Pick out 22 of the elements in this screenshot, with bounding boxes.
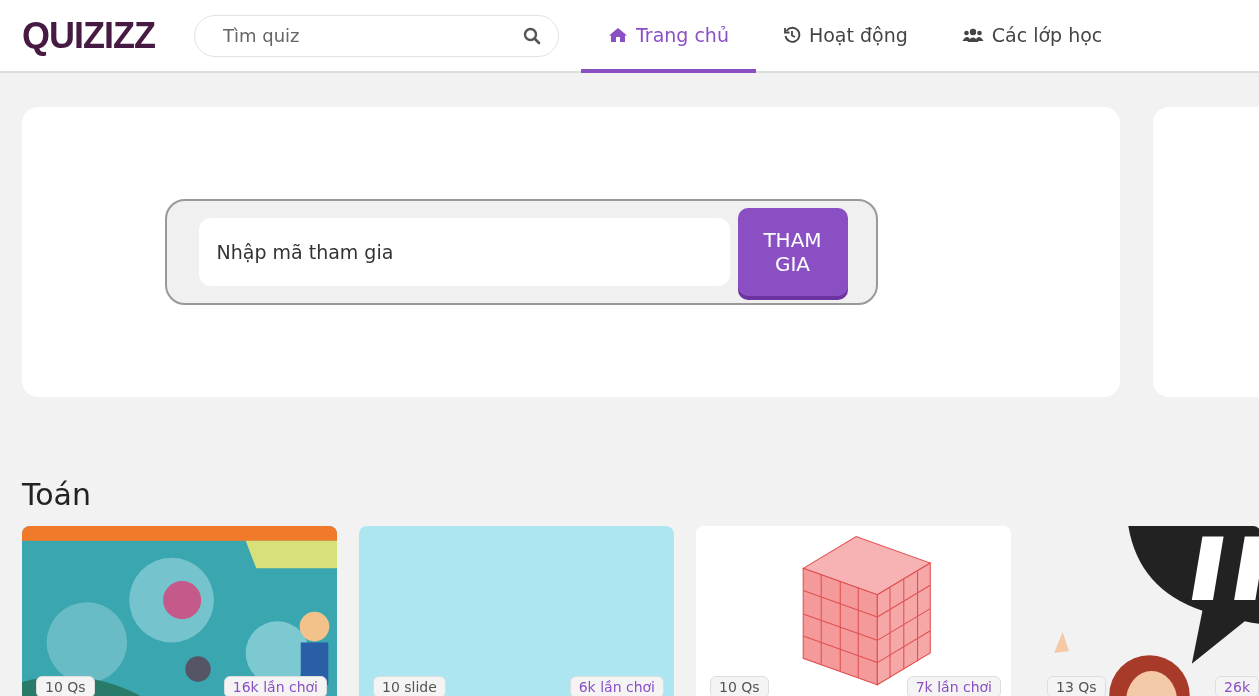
quiz-card[interactable]: 13 Qs 26k <box>1033 526 1259 696</box>
quizizz-logo[interactable]: QUIZIZZ <box>22 14 172 57</box>
join-code-field[interactable]: Nhập mã tham gia <box>198 218 730 286</box>
home-icon <box>608 26 628 43</box>
question-count: 10 slide <box>373 676 446 696</box>
question-count: 10 Qs <box>36 676 95 696</box>
play-count: 7k lần chơi <box>906 676 1001 696</box>
question-count: 13 Qs <box>1047 676 1106 696</box>
section-title: Toán <box>22 477 92 512</box>
nav-tab[interactable]: Các lớp học <box>934 0 1130 73</box>
nav-tab[interactable]: Trang chủ <box>581 0 756 73</box>
search-icon[interactable] <box>523 26 541 45</box>
quiz-card[interactable]: 10 Qs 16k lần chơi <box>22 526 337 696</box>
search-field[interactable]: Tìm quiz <box>194 14 559 57</box>
play-count: 6k lần chơi <box>569 676 664 696</box>
nav-tab[interactable]: Hoạt động <box>755 0 935 73</box>
play-count: 16k lần chơi <box>223 676 327 696</box>
history-icon <box>782 25 801 44</box>
play-count: 26k <box>1215 676 1259 696</box>
users-icon <box>961 26 984 43</box>
quiz-card[interactable]: 10 slide 6k lần chơi <box>359 526 674 696</box>
question-count: 10 Qs <box>710 676 769 696</box>
